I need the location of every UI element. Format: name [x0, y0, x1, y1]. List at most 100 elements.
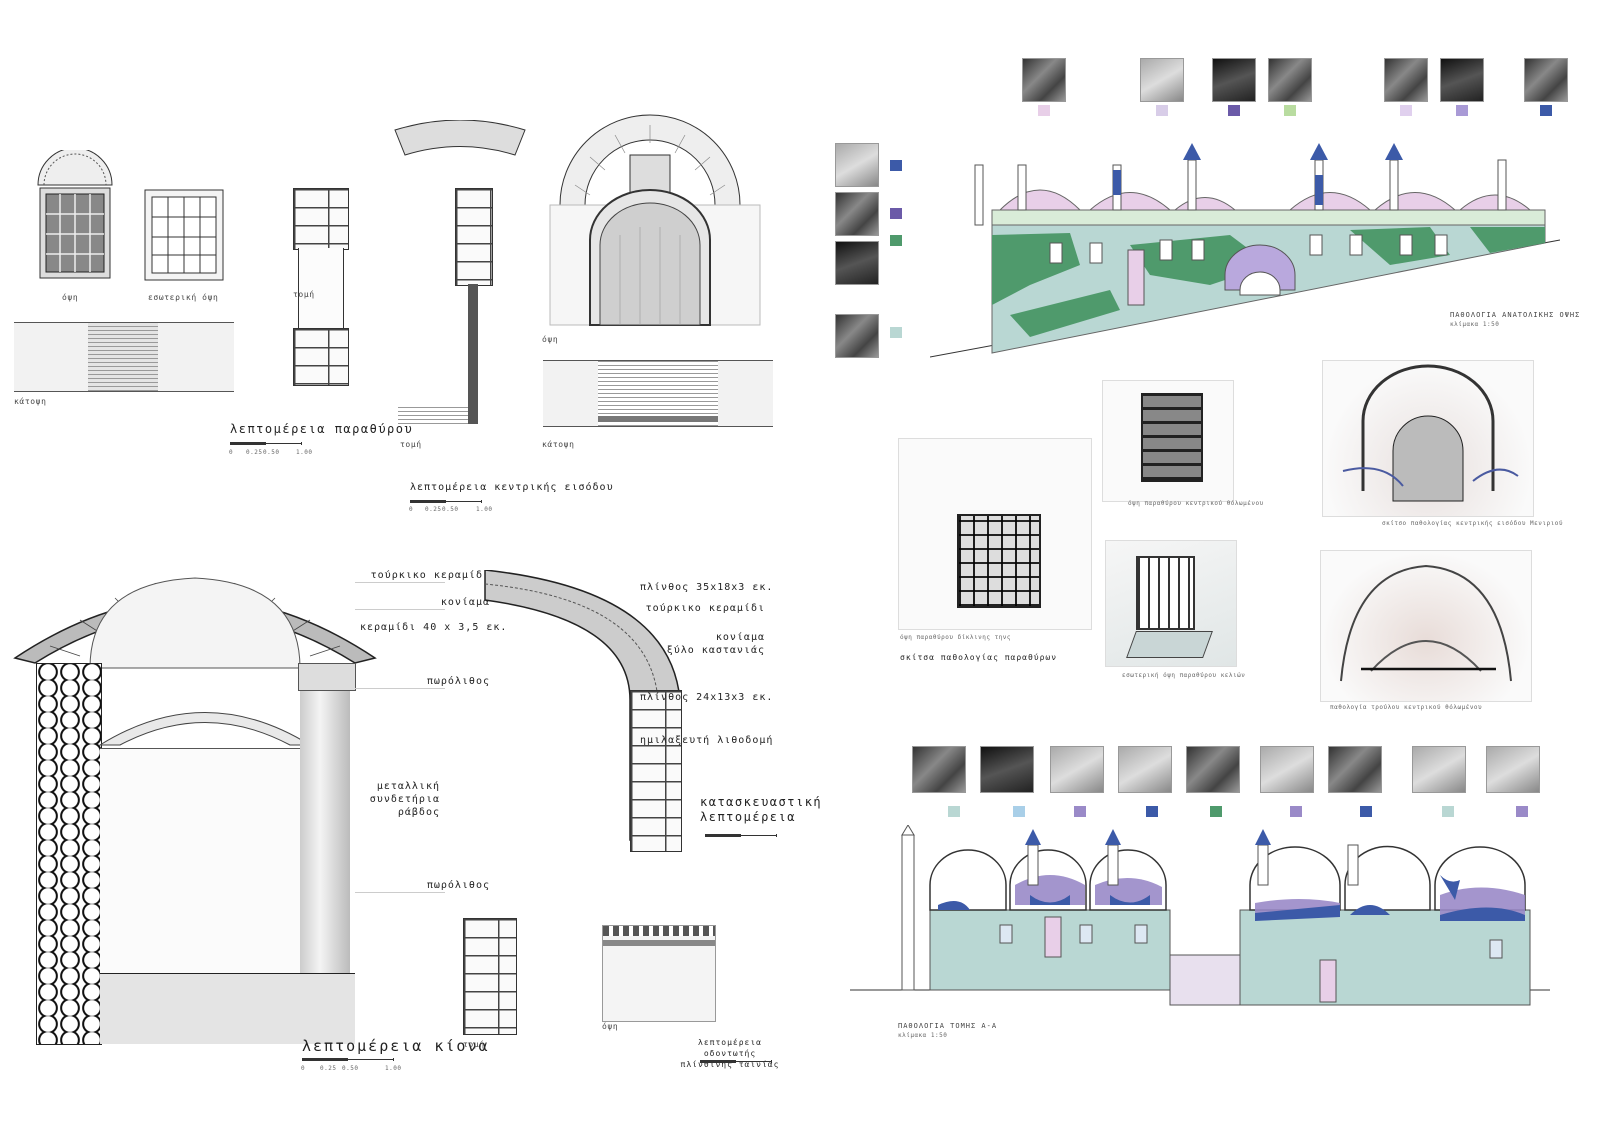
window-plan-drawing [14, 322, 234, 392]
dentil-facade-label: όψη [602, 1022, 619, 1031]
entrance-section-label: τομή [400, 440, 422, 449]
construction-callout-mortar: κονίαμα [715, 632, 765, 643]
entrance-section-door [468, 284, 478, 424]
construction-callout-masonry: ημιλαξευτή λιθοδομή [640, 735, 774, 746]
window-scale-bar [230, 442, 302, 445]
column-callout-stone-2: πωρόλιθος [426, 880, 490, 891]
entrance-detail-title: λεπτομέρεια κεντρικής εισόδου [410, 482, 614, 493]
section-photo-5 [1186, 746, 1240, 793]
dentil-detail-title: λεπτομέρεια οδοντωτής πλίνθινης ταινίας [680, 1038, 780, 1069]
window-section-label: τομή [293, 290, 315, 299]
sketch-vault [1320, 550, 1532, 702]
dentil-section-drawing [463, 918, 517, 1035]
east-legend-violet [890, 208, 902, 219]
section-photo-2 [980, 746, 1034, 793]
sketch-interior-window-caption: εσωτερική όψη παραθύρου κελιών [1122, 672, 1246, 679]
window-interior-label: εσωτερική όψη [148, 293, 219, 302]
column-scale-100: 1.00 [385, 1065, 402, 1072]
section-photo-7 [1328, 746, 1382, 793]
column-inner-arch [98, 712, 312, 746]
entrance-plan-label: κάτοψη [542, 440, 575, 449]
section-photo-9 [1486, 746, 1540, 793]
section-swatch-6 [1290, 806, 1302, 817]
section-swatch-1 [948, 806, 960, 817]
column-scale-bar [302, 1058, 394, 1061]
section-swatch-9 [1516, 806, 1528, 817]
column-scale-050: 0.50 [342, 1065, 359, 1072]
column-shaft [300, 663, 350, 973]
column-callout-tie-rod: μεταλλική συνδετήρια ράβδος [369, 781, 440, 818]
window-interior-drawing [144, 189, 224, 281]
east-side-photo-2 [835, 192, 879, 236]
window-section-opening [298, 248, 344, 328]
window-detail-title: λεπτομέρεια παραθύρου [230, 422, 414, 436]
section-swatch-5 [1210, 806, 1222, 817]
window-scale-025: 0.25 [246, 449, 263, 456]
window-facade-drawing [37, 150, 113, 279]
construction-callout-brick-1: πλίνθος 35x18x3 εκ. [640, 582, 774, 593]
entrance-section-ground [398, 404, 468, 424]
entrance-facade-label: όψη [542, 335, 559, 344]
column-callout-line-3 [355, 688, 445, 689]
entrance-section-wall [455, 188, 493, 286]
dentil-section-label: τομή [463, 1040, 485, 1049]
window-scale-0: 0 [229, 449, 234, 456]
column-scale-0: 0 [301, 1065, 306, 1072]
entrance-scale-bar [410, 500, 482, 503]
east-facade-subtitle: κλίμακα 1:50 [1450, 321, 1500, 328]
sketch-interior-window [1105, 540, 1237, 667]
dentil-facade-drawing [602, 925, 716, 1022]
entrance-arch-top [394, 120, 526, 156]
entrance-facade-drawing [549, 114, 761, 326]
window-scale-100: 1.00 [296, 449, 313, 456]
sketch-window-top-caption: όψη παραθύρου κεντρικού θόλωμένου [1128, 500, 1264, 507]
column-left-masonry [36, 663, 102, 1045]
column-base-masonry [100, 973, 355, 1044]
east-photo-1 [1022, 58, 1066, 102]
section-swatch-7 [1360, 806, 1372, 817]
column-capital [298, 663, 356, 691]
sketch-window-pathology-caption: σκίτσα παθολογίας παραθύρων [900, 653, 1058, 662]
construction-callout-tile: τούρκικο κεραμίδι [645, 603, 765, 614]
east-photo-4 [1268, 58, 1312, 102]
window-facade-label: όψη [62, 293, 79, 302]
construction-callout-brick-2: πλίνθος 24x13x3 εκ. [640, 692, 774, 703]
east-side-photo-1 [835, 143, 879, 187]
section-aa-subtitle: κλίμακα 1:50 [898, 1032, 948, 1039]
entrance-scale-100: 1.00 [476, 506, 493, 513]
section-photo-1 [912, 746, 966, 793]
window-plan-label: κάτοψη [14, 397, 47, 406]
entrance-scale-050: 0.50 [442, 506, 459, 513]
column-callout-mortar: κονίαμα [440, 597, 490, 608]
section-swatch-8 [1442, 806, 1454, 817]
column-callout-line-2 [355, 609, 445, 610]
section-swatch-4 [1146, 806, 1158, 817]
east-photo-6 [1440, 58, 1484, 102]
dentil-scale-bar [700, 1060, 772, 1063]
section-photo-8 [1412, 746, 1466, 793]
construction-detail-title: κατασκευαστική λεπτομέρεια [700, 795, 823, 824]
window-section-lower [293, 328, 349, 386]
column-detail-title: λεπτομέρεια κίονα [302, 1037, 490, 1055]
entrance-plan-drawing [543, 360, 773, 427]
column-callout-brick: κεραμίδι 40 x 3,5 εκ. [360, 622, 508, 633]
east-side-photo-3 [835, 241, 879, 285]
east-legend-blue [890, 160, 902, 171]
east-photo-3 [1212, 58, 1256, 102]
section-photo-6 [1260, 746, 1314, 793]
section-swatch-3 [1074, 806, 1086, 817]
column-callout-stone: πωρόλιθος [426, 676, 490, 687]
sketch-window-stone [898, 438, 1092, 630]
column-scale-025: 0.25 [320, 1065, 337, 1072]
section-swatch-2 [1013, 806, 1025, 817]
construction-scale-bar [705, 834, 777, 837]
sketch-entrance [1322, 360, 1534, 517]
east-photo-7 [1524, 58, 1568, 102]
column-callout-line-4 [355, 892, 445, 893]
section-photo-4 [1118, 746, 1172, 793]
sketch-entrance-caption: σκίτσο παθολογίας κεντρικής εισόδου Μενι… [1382, 520, 1563, 527]
entrance-scale-0: 0 [409, 506, 414, 513]
sketch-vault-caption: παθολογία τρούλου κεντρικού θόλωμένου [1330, 704, 1483, 711]
east-legend-mint [890, 327, 902, 338]
column-callout-line-1 [355, 582, 445, 583]
